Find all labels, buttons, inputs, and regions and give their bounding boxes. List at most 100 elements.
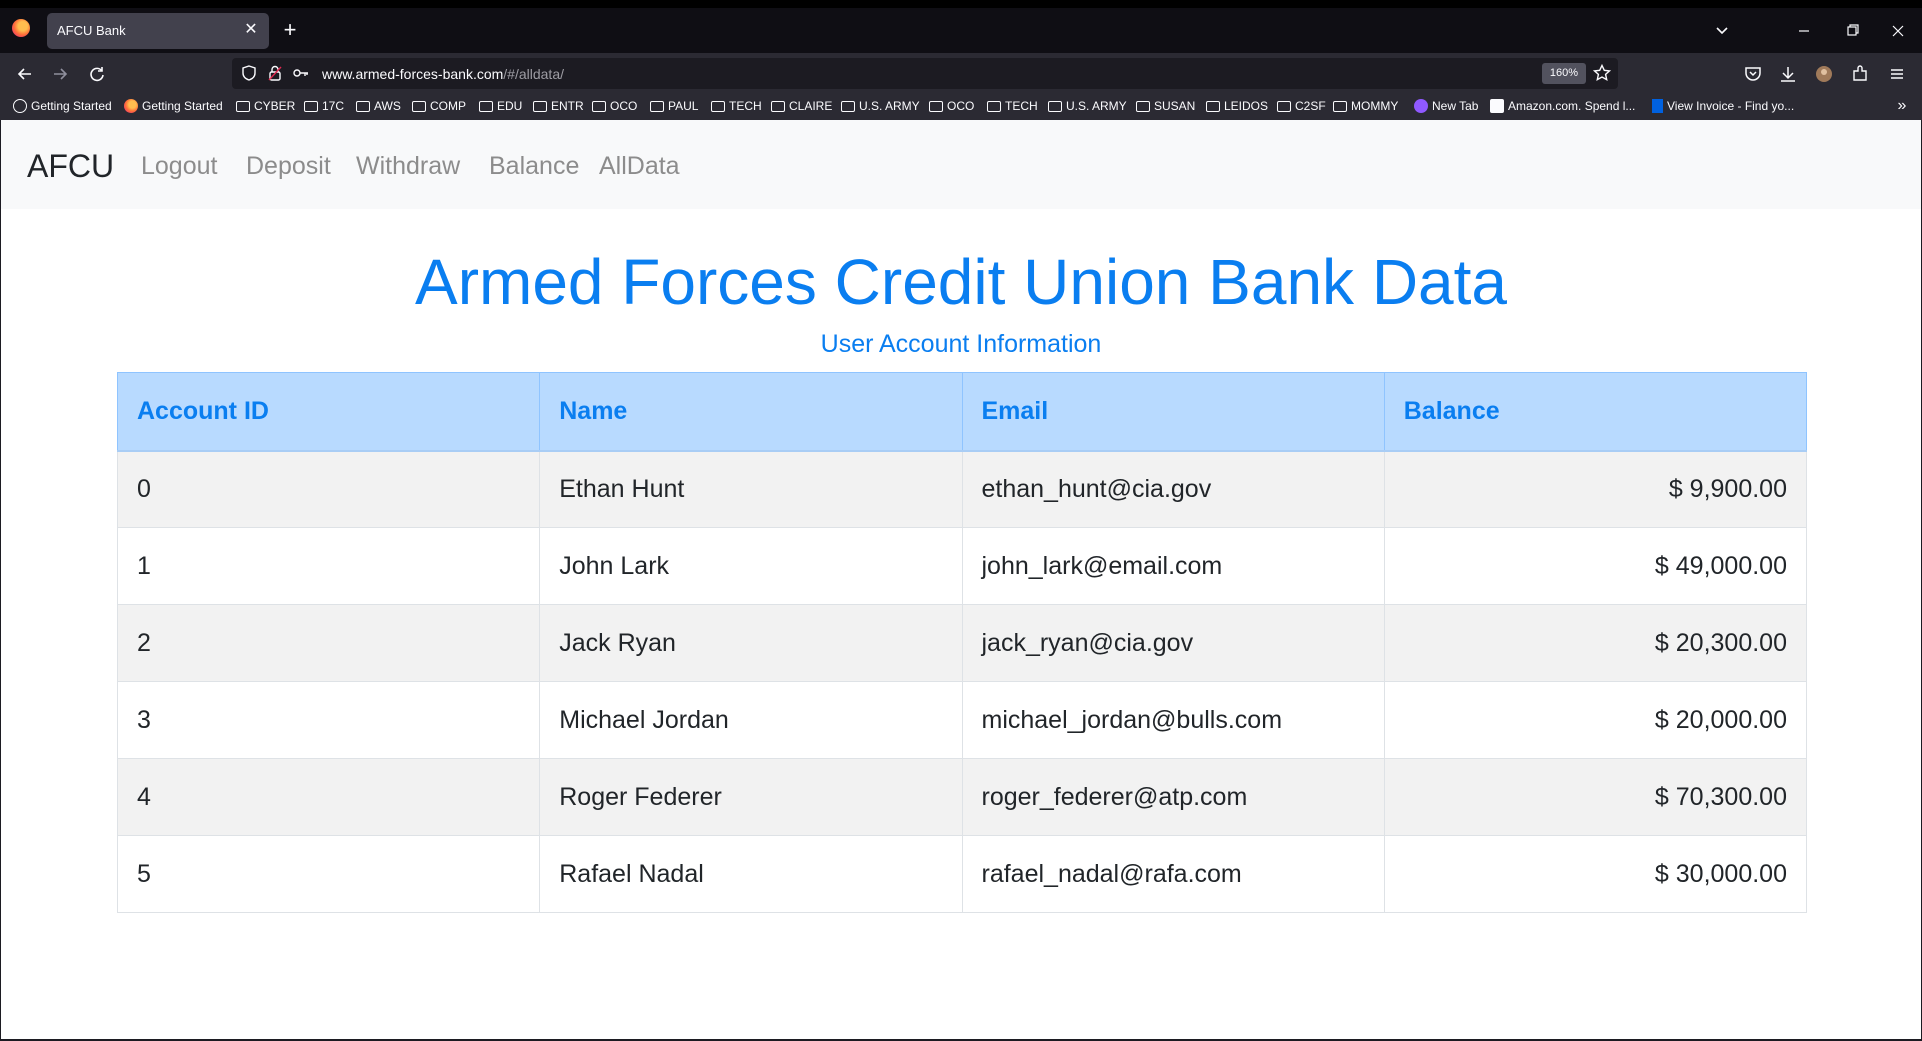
cell-balance: $ 20,300.00	[1383, 604, 1808, 682]
bookmark-folder-susan[interactable]: SUSAN	[1136, 97, 1195, 115]
bookmarks-toolbar: Getting Started Getting Started CYBER 17…	[0, 93, 1922, 120]
folder-icon	[1136, 100, 1150, 112]
new-tab-button[interactable]: +	[280, 19, 300, 41]
folder-icon	[650, 100, 664, 112]
bookmark-label: U.S. ARMY	[859, 99, 920, 113]
nav-balance[interactable]: Balance	[489, 152, 579, 181]
bookmark-new-tab[interactable]: New Tab	[1414, 97, 1478, 115]
bookmark-folder-tech[interactable]: TECH	[711, 97, 762, 115]
cell-name: Jack Ryan	[539, 604, 963, 682]
bookmark-folder-comp[interactable]: COMP	[412, 97, 466, 115]
page-viewport: AFCU Logout Deposit Withdraw Balance All…	[1, 120, 1921, 1039]
bookmark-label: New Tab	[1432, 99, 1479, 113]
bookmark-folder-c2sf[interactable]: C2SF	[1277, 97, 1326, 115]
nav-alldata[interactable]: AllData	[599, 152, 680, 181]
minimize-icon[interactable]	[1792, 21, 1816, 41]
app-navbar: AFCU Logout Deposit Withdraw Balance All…	[1, 120, 1921, 209]
globe-icon	[13, 99, 27, 113]
bookmark-folder-tech-2[interactable]: TECH	[987, 97, 1038, 115]
folder-icon	[1333, 100, 1347, 112]
url-text[interactable]: www.armed-forces-bank.com/#/alldata/	[322, 66, 564, 82]
folder-icon	[987, 100, 1001, 112]
bookmark-amazon[interactable]: Amazon.com. Spend l...	[1490, 97, 1635, 115]
cell-email: rafael_nadal@rafa.com	[961, 835, 1385, 913]
bookmark-folder-17c[interactable]: 17C	[304, 97, 344, 115]
bookmark-folder-us-army[interactable]: U.S. ARMY	[841, 97, 920, 115]
cell-email: michael_jordan@bulls.com	[961, 681, 1385, 759]
brand-logo[interactable]: AFCU	[27, 148, 114, 185]
bookmark-folder-us-army-2[interactable]: U.S. ARMY	[1048, 97, 1127, 115]
nav-logout[interactable]: Logout	[141, 152, 217, 181]
cell-balance: $ 70,300.00	[1383, 758, 1808, 836]
url-bar[interactable]: www.armed-forces-bank.com/#/alldata/ 160…	[232, 58, 1618, 89]
restore-icon[interactable]	[1840, 21, 1864, 41]
bookmark-folder-paul[interactable]: PAUL	[650, 97, 698, 115]
back-icon[interactable]	[14, 63, 36, 85]
bookmark-folder-aws[interactable]: AWS	[356, 97, 401, 115]
lock-icon[interactable]	[266, 64, 284, 82]
firefox-icon	[124, 99, 138, 113]
bookmark-folder-oco-2[interactable]: OCO	[929, 97, 974, 115]
new-tab-icon	[1414, 99, 1428, 113]
cell-name: Ethan Hunt	[539, 450, 963, 528]
bookmark-label: AWS	[374, 99, 401, 113]
bookmark-folder-edu[interactable]: EDU	[479, 97, 522, 115]
folder-icon	[412, 100, 426, 112]
cell-email: ethan_hunt@cia.gov	[961, 450, 1385, 528]
bookmark-label: U.S. ARMY	[1066, 99, 1127, 113]
bookmark-folder-cyber[interactable]: CYBER	[236, 97, 295, 115]
bookmark-getting-started-2[interactable]: Getting Started	[124, 97, 223, 115]
key-icon[interactable]	[292, 64, 310, 82]
close-window-icon[interactable]	[1886, 21, 1910, 41]
bookmark-label: CLAIRE	[789, 99, 833, 113]
bookmark-label: C2SF	[1295, 99, 1326, 113]
bookmark-label: COMP	[430, 99, 466, 113]
star-icon[interactable]	[1592, 63, 1612, 83]
bookmark-label: OCO	[947, 99, 975, 113]
bookmark-label: View Invoice - Find yo...	[1667, 99, 1795, 113]
bookmark-label: CYBER	[254, 99, 296, 113]
cell-email: roger_federer@atp.com	[961, 758, 1385, 836]
list-all-tabs-icon[interactable]	[1712, 21, 1732, 41]
bookmark-folder-leidos[interactable]: LEIDOS	[1206, 97, 1268, 115]
account-icon[interactable]	[1813, 63, 1835, 85]
folder-icon	[304, 100, 318, 112]
pocket-icon[interactable]	[1742, 63, 1764, 85]
cell-balance: $ 20,000.00	[1383, 681, 1808, 759]
cell-name: John Lark	[539, 527, 963, 605]
shield-icon[interactable]	[240, 64, 258, 82]
bookmark-label: OCO	[610, 99, 638, 113]
page-subtitle: User Account Information	[820, 330, 1102, 358]
zoom-level-button[interactable]: 160%	[1542, 63, 1586, 84]
bookmark-view-invoice[interactable]: View Invoice - Find yo...	[1652, 97, 1794, 115]
header-email: Email	[961, 372, 1385, 452]
bookmark-folder-entr[interactable]: ENTR	[533, 97, 584, 115]
close-tab-icon[interactable]: ✕	[241, 20, 261, 40]
bookmark-label: PAUL	[668, 99, 699, 113]
header-account-id: Account ID	[116, 372, 541, 452]
extensions-icon[interactable]	[1849, 63, 1871, 85]
bookmark-folder-claire[interactable]: CLAIRE	[771, 97, 832, 115]
table-row: 4 Roger Federer roger_federer@atp.com $ …	[116, 758, 1808, 836]
header-balance: Balance	[1383, 372, 1808, 452]
amazon-icon	[1490, 99, 1504, 113]
download-icon[interactable]	[1777, 63, 1799, 85]
bookmark-label: Amazon.com. Spend l...	[1508, 99, 1636, 113]
bookmark-label: MOMMY	[1351, 99, 1399, 113]
nav-withdraw[interactable]: Withdraw	[356, 152, 460, 181]
table-row: 1 John Lark john_lark@email.com $ 49,000…	[116, 527, 1808, 605]
table-row: 5 Rafael Nadal rafael_nadal@rafa.com $ 3…	[116, 835, 1808, 913]
tab-bar: AFCU Bank ✕ +	[0, 0, 1922, 53]
forward-icon[interactable]	[49, 63, 71, 85]
more-bookmarks-icon[interactable]: »	[1892, 97, 1912, 115]
bookmark-getting-started[interactable]: Getting Started	[13, 97, 112, 115]
menu-icon[interactable]	[1886, 63, 1908, 85]
nav-deposit[interactable]: Deposit	[246, 152, 331, 181]
url-host: www.armed-forces-bank.com	[322, 66, 504, 82]
bookmark-folder-oco[interactable]: OCO	[592, 97, 637, 115]
reload-icon[interactable]	[86, 63, 108, 85]
cell-account-id: 5	[116, 835, 541, 913]
tab-afcu-bank[interactable]: AFCU Bank ✕	[47, 13, 269, 49]
bookmark-folder-mommy[interactable]: MOMMY	[1333, 97, 1398, 115]
bookmark-label: Getting Started	[31, 99, 112, 113]
